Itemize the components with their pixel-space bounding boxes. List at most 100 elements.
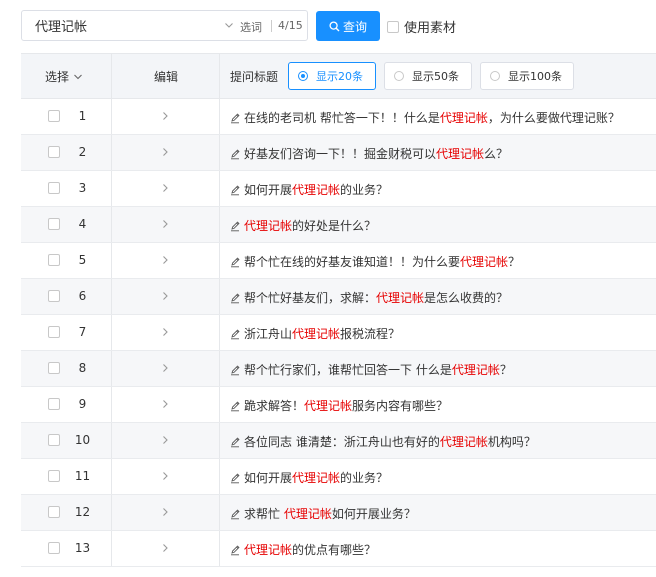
edit-cell[interactable] [111, 423, 220, 458]
select-cell: 10 [21, 423, 111, 458]
edit-cell[interactable] [111, 315, 220, 350]
chevron-right-icon[interactable] [161, 507, 169, 517]
title-text: 如何开展 [244, 471, 293, 485]
question-title[interactable]: 如何开展 代理记帐 的业务？ [229, 469, 388, 486]
row-checkbox[interactable] [48, 434, 60, 446]
title-text: 的好处是什么？ [292, 219, 377, 233]
edit-cell[interactable] [111, 279, 220, 314]
question-title[interactable]: 在线的老司机 帮忙答一下！！什么是 代理记帐 ，为什么要做代理记账？ [229, 109, 620, 126]
edit-cell[interactable] [111, 207, 220, 242]
question-title[interactable]: 帮个忙在线的好基友谁知道！！为什么要 代理记帐？ [229, 253, 520, 270]
row-number: 4 [78, 217, 87, 231]
row-number: 10 [74, 433, 91, 447]
row-checkbox[interactable] [48, 218, 60, 230]
edit-column-header: 编辑 [111, 54, 220, 98]
question-title[interactable]: 求帮忙 代理记帐 如何开展业务？ [229, 505, 416, 522]
question-title[interactable]: 各位同志 谁清楚：浙江舟山也有好的 代理记帐 机构吗？ [229, 433, 536, 450]
select-column-header[interactable]: 选择 [21, 54, 111, 98]
question-title[interactable]: 如何开展 代理记帐 的业务？ [229, 181, 388, 198]
chevron-right-icon[interactable] [161, 543, 169, 553]
search-box: 选词 4/15 [21, 10, 308, 41]
row-checkbox[interactable] [48, 326, 60, 338]
edit-cell[interactable] [111, 171, 220, 206]
chevron-right-icon[interactable] [161, 363, 169, 373]
table-row: 13 代理记帐 的优点有哪些？ [21, 531, 656, 567]
row-checkbox[interactable] [48, 542, 60, 554]
table-row: 1 在线的老司机 帮忙答一下！！什么是 代理记帐 ，为什么要做代理记账？ [21, 99, 656, 135]
chevron-right-icon[interactable] [161, 471, 169, 481]
chevron-right-icon[interactable] [161, 327, 169, 337]
chevron-right-icon[interactable] [161, 111, 169, 121]
row-checkbox[interactable] [48, 110, 60, 122]
select-cell: 1 [21, 99, 111, 134]
select-cell: 11 [21, 459, 111, 494]
title-text: 好基友们咨询一下！！掘金财税可以 [244, 147, 437, 161]
divider [271, 20, 272, 32]
title-cell: 帮个忙在线的好基友谁知道！！为什么要 代理记帐？ [219, 243, 656, 278]
row-number: 8 [78, 361, 87, 375]
title-keyword: 代理记帐 [244, 543, 293, 557]
chevron-right-icon[interactable] [161, 435, 169, 445]
question-title[interactable]: 跪求解答！ 代理记帐 服务内容有哪些？ [229, 397, 448, 414]
chevron-right-icon[interactable] [161, 147, 169, 157]
edit-cell[interactable] [111, 99, 220, 134]
select-cell: 6 [21, 279, 111, 314]
edit-cell[interactable] [111, 243, 220, 278]
use-material-toggle[interactable]: 使用素材 [387, 17, 456, 36]
edit-cell[interactable] [111, 387, 220, 422]
chevron-right-icon[interactable] [161, 255, 169, 265]
title-text: 的业务？ [340, 471, 389, 485]
select-word-label[interactable]: 选词 [240, 19, 262, 35]
table-row: 5 帮个忙在线的好基友谁知道！！为什么要 代理记帐？ [21, 243, 656, 279]
edit-cell[interactable] [111, 459, 220, 494]
question-title[interactable]: 帮个忙好基友们，求解： 代理记帐 是怎么收费的？ [229, 289, 508, 306]
select-cell: 12 [21, 495, 111, 530]
title-text: 么？ [484, 147, 509, 161]
row-checkbox[interactable] [48, 182, 60, 194]
question-title[interactable]: 代理记帐 的优点有哪些？ [229, 541, 376, 558]
table-body: 1 在线的老司机 帮忙答一下！！什么是 代理记帐 ，为什么要做代理记账？ 2 好基友们咨询… [21, 99, 656, 567]
question-title[interactable]: 好基友们咨询一下！！掘金财税可以 代理记帐 么？ [229, 145, 508, 162]
row-checkbox[interactable] [48, 470, 60, 482]
row-checkbox[interactable] [48, 398, 60, 410]
chevron-right-icon[interactable] [161, 219, 169, 229]
title-text: ？ [499, 363, 512, 377]
title-column-header: 提问标题 显示20条 显示50条 显示100条 [219, 54, 656, 98]
row-checkbox[interactable] [48, 362, 60, 374]
chevron-right-icon[interactable] [161, 183, 169, 193]
edit-cell[interactable] [111, 135, 220, 170]
display-100-option[interactable]: 显示100条 [480, 62, 574, 90]
title-keyword: 代理记帐 [283, 507, 332, 521]
char-count: 4/15 [278, 19, 303, 32]
display-50-option[interactable]: 显示50条 [384, 62, 472, 90]
use-material-checkbox[interactable] [387, 20, 399, 33]
row-checkbox[interactable] [48, 146, 60, 158]
search-input[interactable] [35, 11, 215, 40]
question-title[interactable]: 帮个忙行家们，谁帮忙回答一下 什么是 代理记帐？ [229, 361, 512, 378]
chevron-down-icon[interactable] [223, 19, 235, 31]
row-number: 7 [78, 325, 87, 339]
chevron-down-icon[interactable] [73, 72, 83, 82]
title-cell: 帮个忙行家们，谁帮忙回答一下 什么是 代理记帐？ [219, 351, 656, 386]
edit-cell[interactable] [111, 351, 220, 386]
row-number: 13 [74, 541, 91, 555]
row-checkbox[interactable] [48, 254, 60, 266]
title-cell: 跪求解答！ 代理记帐 服务内容有哪些？ [219, 387, 656, 422]
toolbar: 选词 4/15 查询 使用素材 [0, 0, 656, 52]
chevron-right-icon[interactable] [161, 399, 169, 409]
query-button[interactable]: 查询 [316, 11, 380, 41]
display-20-option[interactable]: 显示20条 [288, 62, 376, 90]
search-icon [329, 20, 340, 31]
select-cell: 7 [21, 315, 111, 350]
edit-cell[interactable] [111, 495, 220, 530]
select-cell: 3 [21, 171, 111, 206]
row-checkbox[interactable] [48, 290, 60, 302]
chevron-right-icon[interactable] [161, 291, 169, 301]
row-checkbox[interactable] [48, 506, 60, 518]
table-row: 12 求帮忙 代理记帐 如何开展业务？ [21, 495, 656, 531]
edit-cell[interactable] [111, 531, 220, 566]
question-title[interactable]: 代理记帐 的好处是什么？ [229, 217, 376, 234]
table-row: 8 帮个忙行家们，谁帮忙回答一下 什么是 代理记帐？ [21, 351, 656, 387]
question-title[interactable]: 浙江舟山 代理记帐 报税流程？ [229, 325, 400, 342]
edit-header-label: 编辑 [153, 70, 178, 84]
